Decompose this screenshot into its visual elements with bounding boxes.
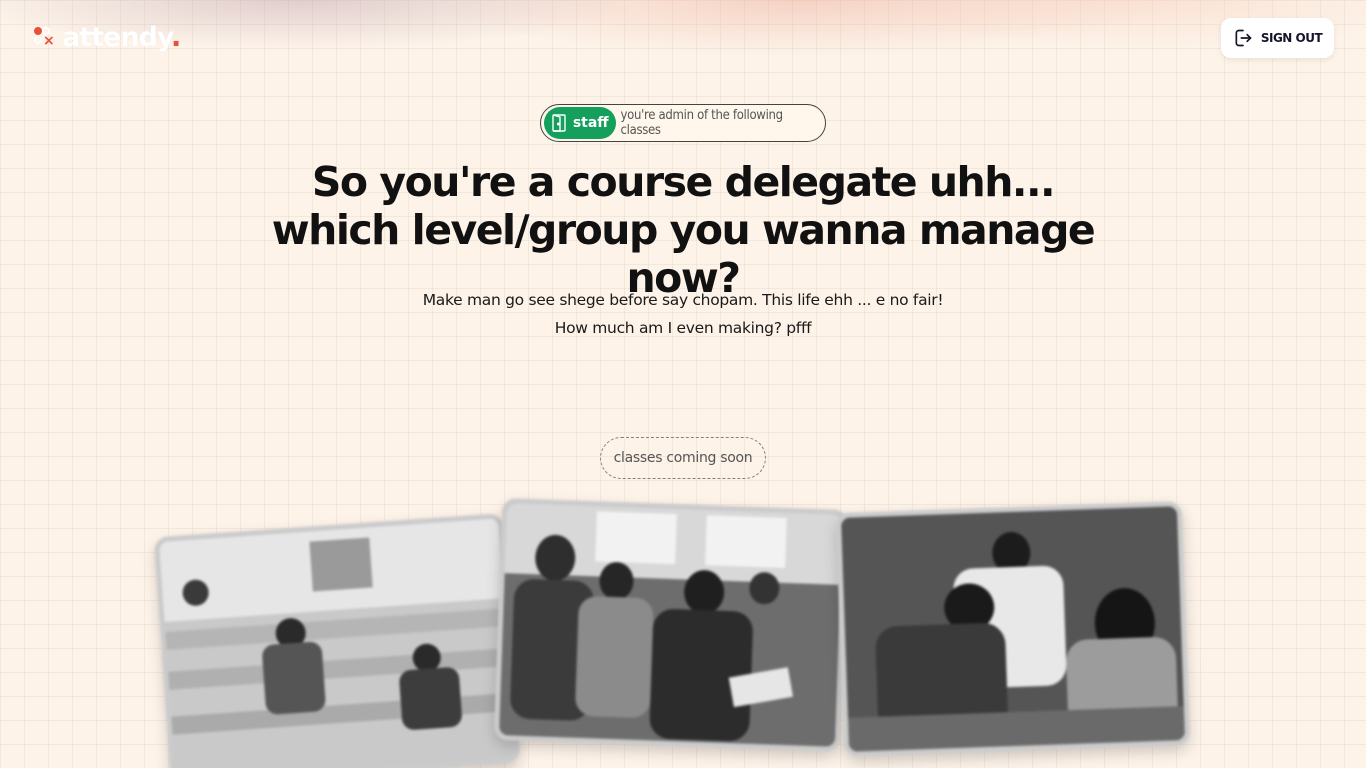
staff-badge-label: staff xyxy=(572,115,609,131)
page-subtitle-line1: Make man go see shege before say chopam.… xyxy=(422,291,944,309)
sign-out-label: SIGN OUT xyxy=(1260,31,1323,45)
role-pill-text: you're admin of the following classes xyxy=(620,108,784,138)
logo[interactable]: × attendy. xyxy=(34,20,181,54)
role-pill: staff you're admin of the following clas… xyxy=(540,104,826,142)
page-title: So you're a course delegate uhh... which… xyxy=(233,158,1133,302)
staff-badge: staff xyxy=(544,107,616,139)
sign-out-button[interactable]: SIGN OUT xyxy=(1221,18,1334,58)
logout-icon xyxy=(1235,29,1252,47)
logo-text: attendy. xyxy=(62,21,181,53)
classes-coming-soon-badge: classes coming soon xyxy=(600,437,766,479)
classroom-photo-right xyxy=(835,501,1191,757)
logo-mark-icon: × xyxy=(34,25,58,49)
classroom-photo-center xyxy=(493,498,849,752)
page-title-line1: So you're a course delegate uhh... xyxy=(311,158,1056,206)
page-subtitle: Make man go see shege before say chopam.… xyxy=(333,286,1033,342)
page-subtitle-line2: How much am I even making? pfff xyxy=(554,319,812,337)
header-glow xyxy=(0,0,1366,110)
door-icon xyxy=(552,114,566,132)
classroom-photo-left xyxy=(153,513,521,768)
